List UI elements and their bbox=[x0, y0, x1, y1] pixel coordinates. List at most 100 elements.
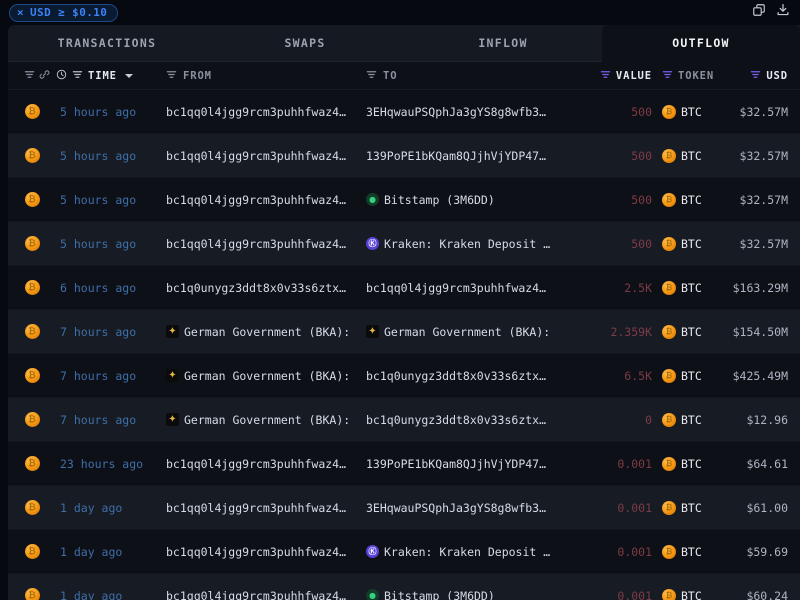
usd-cell: $163.29M bbox=[732, 280, 788, 295]
to-address: bc1q0unygz3ddt8x0v33s6ztx… bbox=[366, 368, 547, 383]
to-cell[interactable]: 139PoPE1bKQam8QJjhVjYDP47… bbox=[366, 149, 584, 163]
table-row[interactable]: ₿ 5 hours ago bc1qq0l4jgg9rcm3puhhfwaz4…… bbox=[8, 90, 800, 134]
from-address: bc1qq0l4jgg9rcm3puhhfwaz4… bbox=[166, 236, 347, 251]
value-cell: 2.359K bbox=[610, 324, 652, 339]
bitcoin-icon: ₿ bbox=[662, 500, 676, 515]
filter-icon[interactable] bbox=[600, 69, 611, 83]
from-cell[interactable]: bc1qq0l4jgg9rcm3puhhfwaz4… bbox=[166, 105, 366, 119]
time-cell: 1 day ago bbox=[60, 588, 123, 600]
to-cell[interactable]: 3EHqwauPSQphJa3gYS8g8wfb3… bbox=[366, 501, 584, 515]
table-row[interactable]: ₿ 1 day ago bc1qq0l4jgg9rcm3puhhfwaz4… 3… bbox=[8, 486, 800, 530]
filter-icon[interactable] bbox=[24, 69, 35, 83]
tab-swaps[interactable]: SWAPS bbox=[206, 25, 404, 62]
bitcoin-icon: ₿ bbox=[24, 324, 40, 339]
to-cell[interactable]: bc1qq0l4jgg9rcm3puhhfwaz4… bbox=[366, 281, 584, 295]
from-cell[interactable]: bc1qq0l4jgg9rcm3puhhfwaz4… bbox=[166, 589, 366, 600]
filter-icon[interactable] bbox=[366, 69, 377, 83]
table-row[interactable]: ₿ 7 hours ago ✦ German Government (BKA): … bbox=[8, 354, 800, 398]
token-symbol: BTC bbox=[681, 324, 702, 339]
filter-chip-remove-icon[interactable]: × bbox=[17, 7, 24, 18]
to-cell[interactable]: Ⓚ Kraken: Kraken Deposit … bbox=[366, 237, 584, 251]
to-cell[interactable]: ● Bitstamp (3M6DD) bbox=[366, 193, 584, 207]
usd-cell: $32.57M bbox=[739, 192, 788, 207]
usd-cell: $64.61 bbox=[746, 456, 788, 471]
token-symbol: BTC bbox=[681, 192, 702, 207]
table-row[interactable]: ₿ 23 hours ago bc1qq0l4jgg9rcm3puhhfwaz4… bbox=[8, 442, 800, 486]
from-cell[interactable]: bc1qq0l4jgg9rcm3puhhfwaz4… bbox=[166, 237, 366, 251]
table-row[interactable]: ₿ 6 hours ago bc1q0unygz3ddt8x0v33s6ztx…… bbox=[8, 266, 800, 310]
to-cell[interactable]: bc1q0unygz3ddt8x0v33s6ztx… bbox=[366, 369, 584, 383]
bitcoin-icon: ₿ bbox=[24, 148, 40, 163]
time-cell: 7 hours ago bbox=[60, 412, 137, 427]
bitcoin-icon: ₿ bbox=[24, 280, 40, 295]
header-to[interactable]: TO bbox=[366, 69, 584, 83]
link-icon[interactable] bbox=[39, 69, 50, 83]
from-cell[interactable]: bc1qq0l4jgg9rcm3puhhfwaz4… bbox=[166, 457, 366, 471]
time-cell: 1 day ago bbox=[60, 544, 123, 559]
filter-chip-usd[interactable]: × USD ≥ $0.10 bbox=[9, 3, 119, 22]
bka-entity-icon: ✦ bbox=[166, 325, 179, 338]
to-cell[interactable]: ● Bitstamp (3M6DD) bbox=[366, 589, 584, 600]
usd-cell: $32.57M bbox=[739, 104, 788, 119]
table-row[interactable]: ₿ 1 day ago bc1qq0l4jgg9rcm3puhhfwaz4… ●… bbox=[8, 574, 800, 600]
token-cell: ₿ BTC bbox=[652, 544, 718, 559]
table-row[interactable]: ₿ 5 hours ago bc1qq0l4jgg9rcm3puhhfwaz4…… bbox=[8, 134, 800, 178]
from-cell[interactable]: bc1qq0l4jgg9rcm3puhhfwaz4… bbox=[166, 149, 366, 163]
token-symbol: BTC bbox=[681, 544, 702, 559]
chevron-down-icon[interactable] bbox=[124, 73, 133, 78]
token-cell: ₿ BTC bbox=[652, 500, 718, 515]
header-token[interactable]: TOKEN bbox=[652, 69, 718, 83]
header-value[interactable]: VALUE bbox=[584, 69, 652, 83]
token-cell: ₿ BTC bbox=[652, 412, 718, 427]
copy-icon[interactable] bbox=[752, 3, 766, 17]
bka-entity-icon: ✦ bbox=[166, 413, 179, 426]
header-time[interactable]: TIME bbox=[56, 69, 166, 83]
to-cell[interactable]: 3EHqwauPSQphJa3gYS8g8wfb3… bbox=[366, 105, 584, 119]
bitcoin-icon: ₿ bbox=[24, 412, 40, 427]
bitcoin-icon: ₿ bbox=[24, 192, 40, 207]
filter-icon[interactable] bbox=[750, 69, 761, 83]
to-cell[interactable]: bc1q0unygz3ddt8x0v33s6ztx… bbox=[366, 413, 584, 427]
clock-icon bbox=[56, 69, 67, 83]
to-cell[interactable]: ✦ German Government (BKA): bbox=[366, 325, 584, 339]
token-cell: ₿ BTC bbox=[652, 324, 718, 339]
chain-cell: ₿ bbox=[8, 192, 56, 207]
filter-icon[interactable] bbox=[662, 69, 673, 83]
chain-cell: ₿ bbox=[8, 544, 56, 559]
header-usd[interactable]: USD bbox=[718, 69, 800, 83]
to-address: bc1qq0l4jgg9rcm3puhhfwaz4… bbox=[366, 280, 547, 295]
token-symbol: BTC bbox=[681, 368, 702, 383]
to-address: 3EHqwauPSQphJa3gYS8g8wfb3… bbox=[366, 500, 547, 515]
tab-outflow[interactable]: OUTFLOW bbox=[602, 25, 800, 62]
to-cell[interactable]: Ⓚ Kraken: Kraken Deposit … bbox=[366, 545, 584, 559]
from-cell[interactable]: ✦ German Government (BKA): bbox=[166, 325, 366, 339]
bitcoin-icon: ₿ bbox=[662, 412, 676, 427]
from-cell[interactable]: bc1q0unygz3ddt8x0v33s6ztx… bbox=[166, 281, 366, 295]
from-cell[interactable]: ✦ German Government (BKA): bbox=[166, 369, 366, 383]
value-cell: 500 bbox=[631, 148, 652, 163]
from-cell[interactable]: bc1qq0l4jgg9rcm3puhhfwaz4… bbox=[166, 193, 366, 207]
tab-transactions[interactable]: TRANSACTIONS bbox=[8, 25, 206, 62]
table-row[interactable]: ₿ 1 day ago bc1qq0l4jgg9rcm3puhhfwaz4… Ⓚ… bbox=[8, 530, 800, 574]
chain-cell: ₿ bbox=[8, 456, 56, 471]
time-cell: 6 hours ago bbox=[60, 280, 137, 295]
header-from[interactable]: FROM bbox=[166, 69, 366, 83]
download-icon[interactable] bbox=[776, 3, 790, 17]
tab-inflow[interactable]: INFLOW bbox=[404, 25, 602, 62]
from-cell[interactable]: bc1qq0l4jgg9rcm3puhhfwaz4… bbox=[166, 501, 366, 515]
table-row[interactable]: ₿ 7 hours ago ✦ German Government (BKA): … bbox=[8, 310, 800, 354]
token-symbol: BTC bbox=[681, 500, 702, 515]
header-chain-filters[interactable] bbox=[8, 69, 56, 83]
from-cell[interactable]: bc1qq0l4jgg9rcm3puhhfwaz4… bbox=[166, 545, 366, 559]
chain-cell: ₿ bbox=[8, 324, 56, 339]
bitcoin-icon: ₿ bbox=[24, 588, 40, 600]
filter-icon[interactable] bbox=[72, 69, 83, 83]
table-row[interactable]: ₿ 5 hours ago bc1qq0l4jgg9rcm3puhhfwaz4…… bbox=[8, 222, 800, 266]
filter-icon[interactable] bbox=[166, 69, 177, 83]
token-symbol: BTC bbox=[681, 148, 702, 163]
token-symbol: BTC bbox=[681, 280, 702, 295]
to-cell[interactable]: 139PoPE1bKQam8QJjhVjYDP47… bbox=[366, 457, 584, 471]
table-row[interactable]: ₿ 7 hours ago ✦ German Government (BKA): … bbox=[8, 398, 800, 442]
table-row[interactable]: ₿ 5 hours ago bc1qq0l4jgg9rcm3puhhfwaz4…… bbox=[8, 178, 800, 222]
from-cell[interactable]: ✦ German Government (BKA): bbox=[166, 413, 366, 427]
